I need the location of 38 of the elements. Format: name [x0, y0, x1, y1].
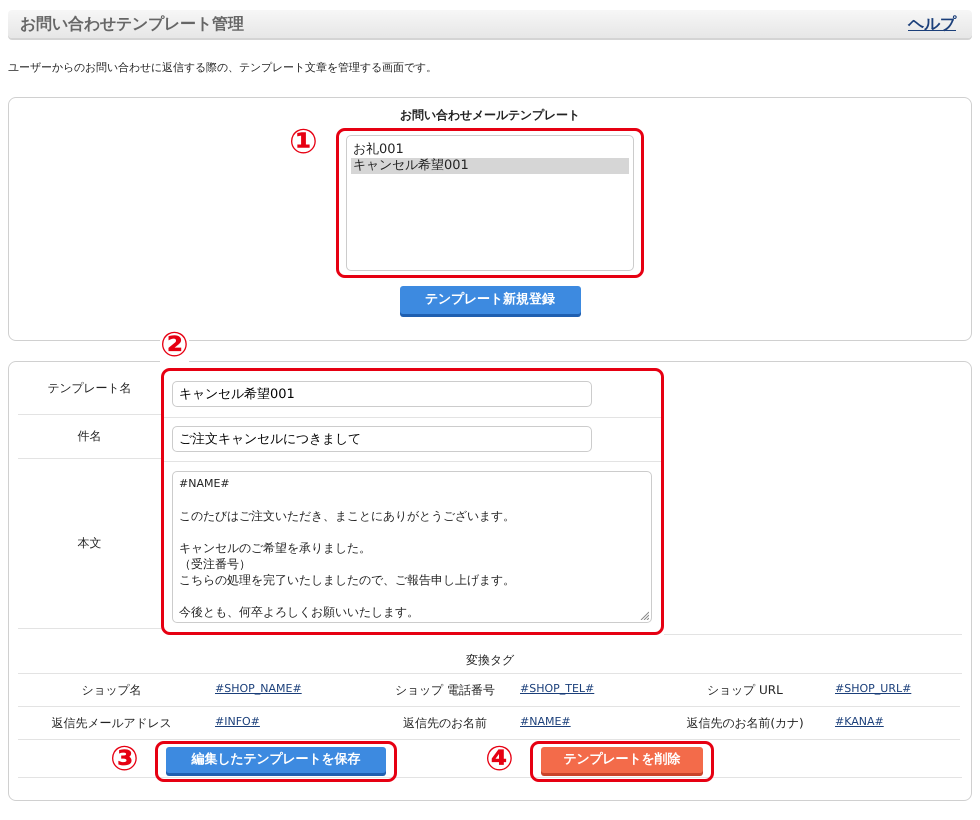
text-field[interactable]: ご注文キャンセルにつきまして	[172, 426, 592, 452]
list-title: お問い合わせメールテンプレート	[400, 106, 580, 124]
body-text-line: 今後とも、何卒よろしくお願いいたします。	[179, 604, 419, 620]
list-option[interactable]: お礼001	[351, 142, 629, 158]
tags-title: 変換タグ	[18, 634, 962, 674]
tag-label: 返信先のお名前	[380, 706, 510, 740]
page-title: お問い合わせテンプレート管理	[20, 13, 244, 35]
save-button[interactable]: 編集したテンプレートを保存	[166, 746, 386, 772]
callout-number: ①	[289, 124, 318, 158]
help-link[interactable]: ヘルプ	[908, 12, 956, 36]
callout-number: ④	[485, 742, 514, 776]
tag-link[interactable]: #SHOP_URL#	[820, 674, 960, 706]
body-text-line: （受注番号）	[179, 556, 251, 572]
tag-label: ショップ URL	[670, 674, 820, 706]
body-text-line: キャンセルのご希望を承りました。	[179, 540, 371, 556]
body-text-line: このたびはご注文いただき、まことにありがとうございます。	[179, 508, 515, 524]
field-label: テンプレート名	[18, 362, 161, 414]
field-label: 本文	[18, 458, 161, 628]
body-textarea[interactable]: #NAME# このたびはご注文いただき、まことにありがとうございます。 キャンセルのご希望を承りました。 （受注番号） こちらの処理を完了いたしましたので、ご報告申し上げます。 今後とも、何卒よろしくお願いいたします。	[172, 470, 652, 622]
tag-link[interactable]: #NAME#	[510, 706, 670, 740]
description-text: ユーザーからのお問い合わせに返信する際の、テンプレート文章を管理する画面です。	[8, 60, 438, 76]
tag-label: 返信先のお名前(カナ)	[670, 706, 820, 740]
tag-label: ショップ 電話番号	[380, 674, 510, 706]
tag-label: ショップ名	[18, 674, 205, 706]
tag-label: 返信先メールアドレス	[18, 706, 205, 740]
resize-grip-icon[interactable]	[640, 610, 649, 620]
tag-link[interactable]: #SHOP_TEL#	[510, 674, 670, 706]
template-listbox[interactable]: お礼001 キャンセル希望001	[346, 134, 634, 270]
body-text-line: こちらの処理を完了いたしましたので、ご報告申し上げます。	[179, 572, 515, 588]
tag-link[interactable]: #INFO#	[205, 706, 380, 740]
field-label: 件名	[18, 414, 161, 458]
tag-link[interactable]: #SHOP_NAME#	[205, 674, 380, 706]
text-field[interactable]: キャンセル希望001	[172, 380, 592, 406]
tag-link[interactable]: #KANA#	[820, 706, 960, 740]
callout-number: ③	[110, 742, 139, 776]
new-template-button[interactable]: テンプレート新規登録	[400, 286, 580, 314]
list-option[interactable]: キャンセル希望001	[351, 158, 629, 174]
body-text-line: #NAME#	[179, 476, 230, 492]
